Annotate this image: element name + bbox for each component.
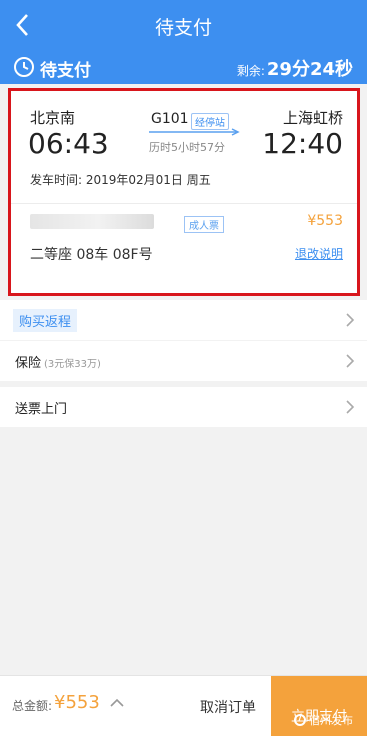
cancel-order-button[interactable]: 取消订单 (185, 676, 271, 736)
seat-info: 二等座 08车 08F号 (30, 247, 153, 263)
insurance-label: 保险 (3元保33万) (15, 352, 101, 371)
status-bar: 待支付 剩余: 29分24秒 (0, 50, 367, 84)
top-bar: 待支付 (0, 0, 367, 50)
insurance-title: 保险 (15, 356, 42, 371)
watermark: 宿州发布 (294, 712, 367, 732)
chevron-right-icon (346, 354, 355, 368)
watermark-text: 宿州发布 (309, 714, 353, 727)
total-amount: ¥553 (54, 692, 100, 713)
ticket-card: 北京南 上海虹桥 06:43 12:40 G101 经停站 历时5小时57分 发… (8, 88, 360, 296)
insurance-row[interactable]: 保险 (3元保33万) (0, 341, 367, 381)
train-number: G101 (151, 111, 189, 127)
countdown-time: 29分24秒 (266, 59, 353, 80)
ticket-price: ¥553 (307, 213, 343, 229)
delivery-label: 送票上门 (15, 402, 68, 417)
return-trip-row[interactable]: 购买返程 (0, 300, 367, 340)
return-trip-label: 购买返程 (13, 309, 78, 332)
insurance-detail: (3元保33万) (44, 359, 101, 370)
wechat-icon (294, 714, 306, 726)
page-title: 待支付 (154, 17, 212, 39)
passenger-name-blurred (30, 214, 154, 229)
delivery-row[interactable]: 送票上门 (0, 387, 367, 427)
clock-icon (14, 57, 34, 77)
trip-duration: 历时5小时57分 (149, 141, 225, 154)
depart-time: 06:43 (28, 127, 109, 160)
depart-date: 发车时间: 2019年02月01日 周五 (30, 173, 211, 187)
to-station: 上海虹桥 (282, 109, 343, 127)
chevron-right-icon (346, 400, 355, 414)
arrive-time: 12:40 (262, 127, 343, 160)
passenger-type-badge: 成人票 (184, 216, 224, 233)
refund-rules-link[interactable]: 退改说明 (295, 245, 343, 262)
divider (11, 203, 357, 204)
from-station: 北京南 (30, 109, 76, 127)
countdown-label: 剩余: (236, 64, 265, 78)
total-label: 总金额: (12, 699, 53, 713)
countdown: 剩余: 29分24秒 (237, 55, 353, 81)
chevron-up-icon[interactable] (110, 698, 124, 708)
order-status: 待支付 (40, 61, 91, 81)
chevron-right-icon (346, 313, 355, 327)
arrow-right-icon (149, 128, 240, 136)
